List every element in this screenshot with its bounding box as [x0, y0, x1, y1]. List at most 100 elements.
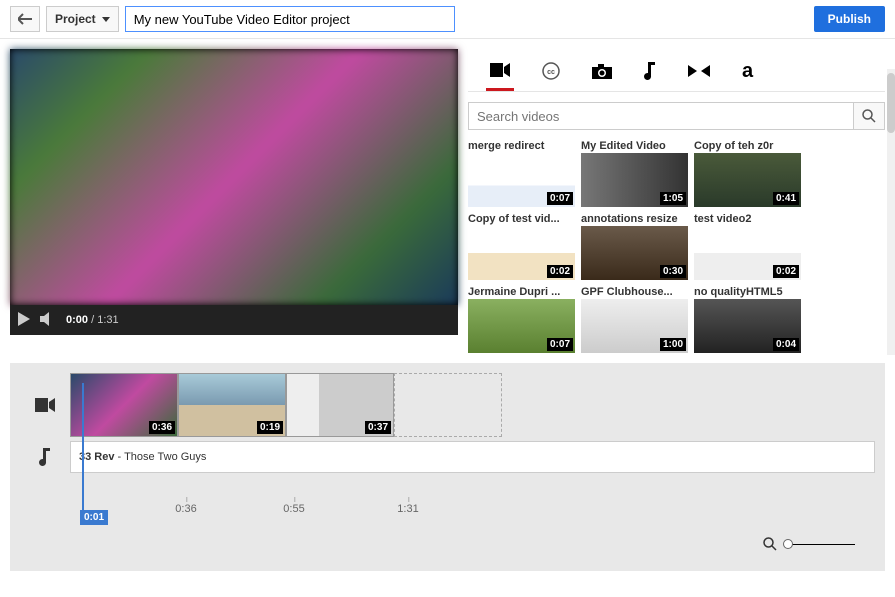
- ruler-tick: 1:31: [397, 503, 418, 515]
- video-thumb[interactable]: test video2 0:02: [694, 213, 801, 280]
- audio-artist: 33 Rev: [79, 451, 114, 463]
- player-controls: 0:00 / 1:31: [10, 305, 458, 335]
- search-button[interactable]: [853, 102, 885, 130]
- time-ruler[interactable]: 0:01 0:360:551:31: [78, 503, 875, 527]
- playhead-time: 0:01: [80, 510, 108, 525]
- thumb-duration: 0:02: [547, 265, 573, 278]
- total-duration: 1:31: [97, 314, 118, 326]
- thumb-duration: 0:04: [773, 338, 799, 351]
- music-note-icon: [644, 62, 656, 80]
- svg-text:cc: cc: [547, 69, 555, 76]
- ruler-tick: 0:36: [175, 503, 196, 515]
- thumb-image: 0:07: [468, 299, 575, 353]
- timeline-clip[interactable]: 0:37: [286, 373, 394, 437]
- project-title-input[interactable]: [125, 6, 455, 32]
- video-thumb[interactable]: annotations resize 0:30: [581, 213, 688, 280]
- video-grid: merge redirect 0:07 My Edited Video 1:05 Cop…: [468, 140, 885, 353]
- zoom-slider[interactable]: [785, 544, 855, 545]
- thumb-duration: 0:41: [773, 192, 799, 205]
- video-track-row: 0:360:19 0:37: [20, 373, 875, 437]
- project-label: Project: [55, 12, 96, 26]
- preview-pane: 0:00 / 1:31: [10, 49, 458, 335]
- thumb-image: 0:04: [694, 299, 801, 353]
- thumb-image: 1:05: [581, 153, 688, 207]
- audio-track-icon-slot: [20, 448, 70, 466]
- top-bar: Project Publish: [0, 0, 895, 39]
- back-arrow-icon: [18, 13, 32, 25]
- mute-button[interactable]: [40, 312, 56, 329]
- video-thumb[interactable]: merge redirect 0:07: [468, 140, 575, 207]
- play-button[interactable]: [18, 312, 30, 329]
- thumb-image: 0:02: [694, 226, 801, 280]
- clip-duration: 0:36: [149, 421, 175, 434]
- thumb-title: test video2: [694, 213, 801, 226]
- timeline-clip[interactable]: 0:19: [178, 373, 286, 437]
- thumb-duration: 0:07: [547, 338, 573, 351]
- audio-track-row: 33 Rev - Those Two Guys: [20, 441, 875, 473]
- publish-button[interactable]: Publish: [814, 6, 885, 32]
- thumb-title: merge redirect: [468, 140, 575, 153]
- thumb-image: 0:30: [581, 226, 688, 280]
- video-thumb[interactable]: Copy of teh z0r 0:41: [694, 140, 801, 207]
- player-time: 0:00 / 1:31: [66, 314, 119, 326]
- video-thumb[interactable]: Jermaine Dupri ... 0:07: [468, 286, 575, 353]
- preview-frame: [10, 49, 458, 305]
- project-dropdown[interactable]: Project: [46, 6, 119, 32]
- video-track[interactable]: 0:360:19 0:37: [70, 373, 875, 437]
- creative-commons-icon: cc: [542, 62, 560, 80]
- thumb-title: GPF Clubhouse...: [581, 286, 688, 299]
- thumb-duration: 1:00: [660, 338, 686, 351]
- zoom-knob[interactable]: [783, 539, 793, 549]
- audio-track[interactable]: 33 Rev - Those Two Guys: [70, 441, 875, 473]
- tab-transitions[interactable]: [684, 53, 714, 91]
- audio-clip-label: 33 Rev - Those Two Guys: [79, 451, 206, 463]
- tab-cc[interactable]: cc: [538, 53, 564, 91]
- thumb-duration: 0:30: [660, 265, 686, 278]
- playhead[interactable]: 0:01: [82, 383, 84, 523]
- video-thumb[interactable]: no qualityHTML5 0:04: [694, 286, 801, 353]
- thumb-title: no qualityHTML5: [694, 286, 801, 299]
- media-panel: cc a merge redirect 0:07 My Edited Video 1:…: [468, 49, 885, 353]
- thumb-duration: 0:07: [547, 192, 573, 205]
- video-thumb[interactable]: Copy of test vid... 0:02: [468, 213, 575, 280]
- chevron-down-icon: [102, 17, 110, 22]
- thumb-image: 0:07: [468, 153, 575, 207]
- text-a-icon: a: [742, 61, 753, 81]
- main-row: 0:00 / 1:31 cc a: [0, 39, 895, 363]
- clip-drop-zone[interactable]: [394, 373, 502, 437]
- thumb-image: 0:41: [694, 153, 801, 207]
- tab-audio[interactable]: [640, 53, 660, 91]
- scrollbar-thumb[interactable]: [887, 73, 895, 133]
- zoom-controls: [20, 527, 875, 551]
- thumb-title: Copy of test vid...: [468, 213, 575, 226]
- search-icon: [862, 109, 876, 123]
- thumb-image: 0:02: [468, 226, 575, 280]
- zoom-icon: [763, 537, 777, 551]
- play-icon: [18, 312, 30, 326]
- volume-icon: [40, 312, 56, 326]
- thumb-duration: 0:02: [773, 265, 799, 278]
- thumb-title: Copy of teh z0r: [694, 140, 801, 153]
- tab-text[interactable]: a: [738, 53, 757, 91]
- music-note-icon: [39, 448, 51, 466]
- tab-videos[interactable]: [486, 53, 514, 91]
- thumb-duration: 1:05: [660, 192, 686, 205]
- media-tabs: cc a: [468, 49, 885, 92]
- thumb-title: Jermaine Dupri ...: [468, 286, 575, 299]
- tab-photos[interactable]: [588, 53, 616, 91]
- clip-duration: 0:37: [365, 421, 391, 434]
- video-thumb[interactable]: GPF Clubhouse... 1:00: [581, 286, 688, 353]
- scrollbar[interactable]: [887, 69, 895, 355]
- back-button[interactable]: [10, 6, 40, 32]
- video-camera-icon: [35, 398, 55, 412]
- timeline-clip[interactable]: 0:36: [70, 373, 178, 437]
- thumb-title: My Edited Video: [581, 140, 688, 153]
- video-thumb[interactable]: My Edited Video 1:05: [581, 140, 688, 207]
- thumb-image: 1:00: [581, 299, 688, 353]
- camera-icon: [592, 64, 612, 79]
- search-row: [468, 102, 885, 130]
- search-input[interactable]: [468, 102, 853, 130]
- thumb-title: annotations resize: [581, 213, 688, 226]
- timeline: 0:360:190:37 33 Rev - Those Two Guys 0:0…: [10, 363, 885, 571]
- video-track-icon-slot: [20, 398, 70, 412]
